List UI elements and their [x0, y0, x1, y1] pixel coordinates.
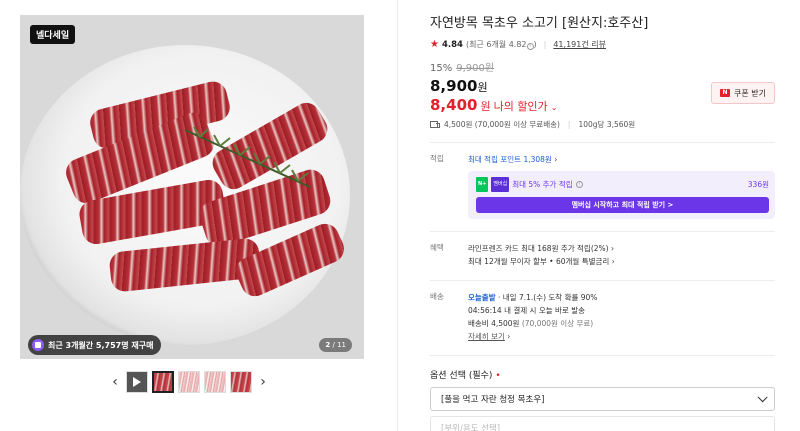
chevron-down-icon: [757, 391, 768, 402]
image-page-counter: 2 / 11: [319, 338, 352, 352]
option-select-2[interactable]: [부위/용도 선택]: [430, 416, 775, 431]
product-info: 자연방목 목초우 소고기 [원산지:호주산] ★ 4.84 (최근 6개월 4.…: [430, 15, 775, 431]
delivery-section: 배송 오늘출발 · 내일 7.1.(수) 도착 확률 90% 04:56:14 …: [430, 291, 775, 343]
benefits-section: 혜택 라인프렌즈 카드 최대 168원 추가 적립(2%) › 최대 12개월 …: [430, 242, 775, 268]
shipping-info: 4,500원 (70,000원 이상 무료배송): [444, 120, 560, 129]
installment-link[interactable]: 최대 12개월 무이자 할부 • 60개월 특별금리 ›: [468, 255, 775, 268]
thumbnail-video[interactable]: [126, 371, 148, 393]
membership-icon: 멤버십: [491, 177, 510, 192]
play-icon: [133, 377, 141, 387]
brand-logo: 넬다세일: [30, 25, 76, 44]
max-points-link[interactable]: 최대 적립 포인트 1,308원 ›: [468, 153, 775, 166]
delivery-detail-link[interactable]: 자세히 보기 ›: [468, 330, 775, 343]
chevron-right-icon: ›: [554, 155, 558, 164]
unit-price: 100g당 3,560원: [578, 120, 636, 129]
rebuy-badge: 최근 3개월간 5,757명 재구매: [28, 335, 162, 355]
points-label: 적립: [430, 154, 444, 163]
dispatch-countdown: 04:56:14 내 결제 시 오늘 바로 발송: [468, 306, 585, 315]
delivery-arrival: 오늘출발 · 내일 7.1.(수) 도착 확률 90%: [468, 293, 598, 302]
npay-extra-text: 최대 5% 추가 적립: [512, 180, 573, 189]
discount-row: 15% 9,900원: [430, 59, 775, 74]
repurchase-icon: [32, 339, 44, 351]
rebuy-text: 최근 3개월간 5,757명 재구매: [48, 340, 154, 350]
benefits-label: 혜택: [430, 243, 444, 252]
thumbnail[interactable]: [204, 371, 226, 393]
option-title: 옵션 선택 (필수) •: [430, 371, 501, 381]
truck-icon: [430, 121, 440, 128]
info-icon[interactable]: i: [575, 181, 583, 188]
product-title: 자연방목 목초우 소고기 [원산지:호주산]: [430, 16, 649, 31]
shipping-row: 4,500원 (70,000원 이상 무료배송) | 100g당 3,560원: [430, 119, 775, 130]
chevron-down-icon: ⌄: [550, 103, 558, 112]
divider: [430, 231, 775, 232]
thumb-prev-button[interactable]: ‹: [108, 370, 122, 394]
thumb-next-button[interactable]: ›: [256, 370, 270, 394]
naver-pay-icon: N+: [476, 177, 489, 192]
coupon-icon: N: [720, 89, 730, 97]
rating-recent: (최근 6개월 4.82 i): [465, 40, 537, 50]
delivery-label: 배송: [430, 292, 444, 301]
today-dispatch: 오늘출발: [468, 293, 496, 302]
info-icon[interactable]: i: [526, 43, 534, 50]
review-count-link[interactable]: 41,191건 리뷰: [553, 39, 606, 50]
original-price: 9,900원: [456, 63, 495, 74]
points-section: 적립 최대 적립 포인트 1,308원 › N+ 멤버십 최대 5% 추가 적립…: [430, 153, 775, 219]
thumbnail[interactable]: [178, 371, 200, 393]
coupon-button[interactable]: N 쿠폰 받기: [711, 82, 775, 104]
card-benefit-link[interactable]: 라인프렌즈 카드 최대 168원 추가 적립(2%) ›: [468, 242, 775, 255]
coupon-label: 쿠폰 받기: [734, 88, 766, 98]
my-price-label: 나의 할인가: [493, 100, 548, 113]
column-divider: [397, 0, 398, 431]
npay-box: N+ 멤버십 최대 5% 추가 적립 i 336원 멤버십 시작하고 최대 적립…: [468, 171, 775, 219]
product-main-image[interactable]: 넬다세일 최근 3개월간 5,757명 재구매 2 / 11: [20, 15, 364, 359]
divider: [430, 280, 775, 281]
page-total: / 11: [330, 341, 347, 349]
star-icon: ★: [430, 39, 439, 50]
delivery-fee: 배송비 4,500원 (70,000원 이상 무료): [468, 319, 594, 328]
thumbnail-strip: ‹ ›: [108, 370, 270, 394]
npay-amount: 336원: [747, 180, 769, 189]
rating-row: ★ 4.84 (최근 6개월 4.82 i) | 41,191건 리뷰: [430, 39, 606, 50]
rating-value: 4.84: [441, 39, 463, 50]
thumbnail-active[interactable]: [152, 371, 174, 393]
option-select-1[interactable]: [풀을 먹고 자란 청정 목초우]: [430, 387, 775, 411]
discount-rate: 15%: [430, 63, 453, 74]
divider: [430, 355, 775, 356]
membership-button[interactable]: 멤버십 시작하고 최대 적립 받기 >: [476, 197, 769, 213]
divider: [430, 142, 775, 143]
thumbnail[interactable]: [230, 371, 252, 393]
rosemary-garnish: [184, 126, 311, 188]
